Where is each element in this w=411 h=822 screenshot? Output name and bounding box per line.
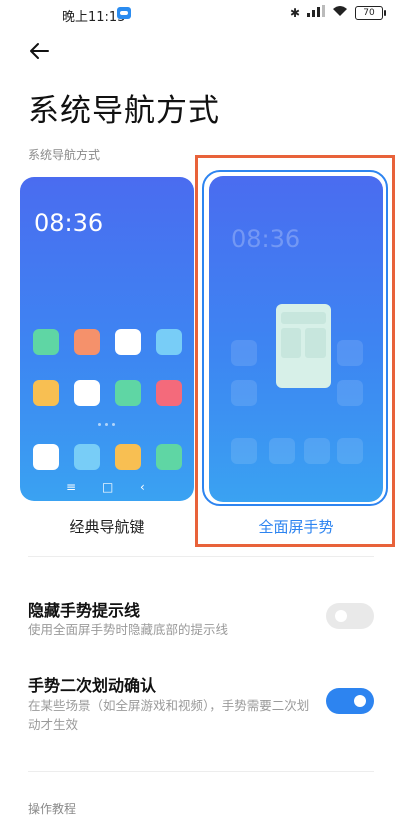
bluetooth-icon: ✱: [289, 5, 300, 20]
app-icon: [33, 380, 59, 406]
app-icon: [115, 329, 141, 355]
hide-gesture-line-toggle[interactable]: [326, 603, 374, 629]
section-label: 系统导航方式: [28, 148, 101, 162]
status-time: 晚上11:15: [62, 10, 126, 25]
status-icons: ✱ 70: [289, 5, 386, 20]
back-arrow-icon[interactable]: [26, 38, 52, 64]
page-indicator: [98, 423, 115, 426]
back-key-icon: ‹: [140, 480, 145, 494]
app-icon: [156, 380, 182, 406]
menu-key-icon: ≡: [66, 480, 77, 494]
toggle-knob: [354, 695, 366, 707]
app-icon: [156, 329, 182, 355]
gesture-confirm-toggle[interactable]: [326, 688, 374, 714]
signal-icon: [307, 5, 325, 20]
weather-icon: [117, 7, 131, 19]
setting-title: 手势二次划动确认: [28, 676, 157, 695]
setting-description: 在某些场景（如全屏游戏和视频），手势需要二次划动才生效: [28, 698, 310, 732]
classic-nav-option-card[interactable]: 08:36 ≡ □ ‹: [20, 177, 194, 501]
app-icon: [33, 329, 59, 355]
divider: [28, 771, 374, 772]
app-icon: [74, 329, 100, 355]
app-icon: [33, 444, 59, 470]
wifi-icon: [332, 5, 348, 20]
setting-description: 使用全面屏手势时隐藏底部的提示线: [28, 622, 229, 637]
battery-icon: 70: [355, 5, 386, 20]
highlight-frame: [195, 155, 395, 547]
page-title: 系统导航方式: [28, 93, 220, 129]
app-icon: [74, 380, 100, 406]
nav-keys-preview: ≡ □ ‹: [20, 480, 194, 498]
tutorial-section-label[interactable]: 操作教程: [28, 800, 76, 817]
app-icon: [115, 380, 141, 406]
divider: [28, 556, 374, 557]
app-icon: [74, 444, 100, 470]
status-bar: 晚上11:15 ✱ 70: [0, 0, 411, 26]
app-icon: [156, 444, 182, 470]
home-key-icon: □: [102, 480, 114, 494]
preview-clock: 08:36: [34, 209, 104, 237]
app-icon: [115, 444, 141, 470]
setting-title: 隐藏手势提示线: [28, 601, 141, 620]
classic-nav-label[interactable]: 经典导航键: [20, 516, 194, 537]
